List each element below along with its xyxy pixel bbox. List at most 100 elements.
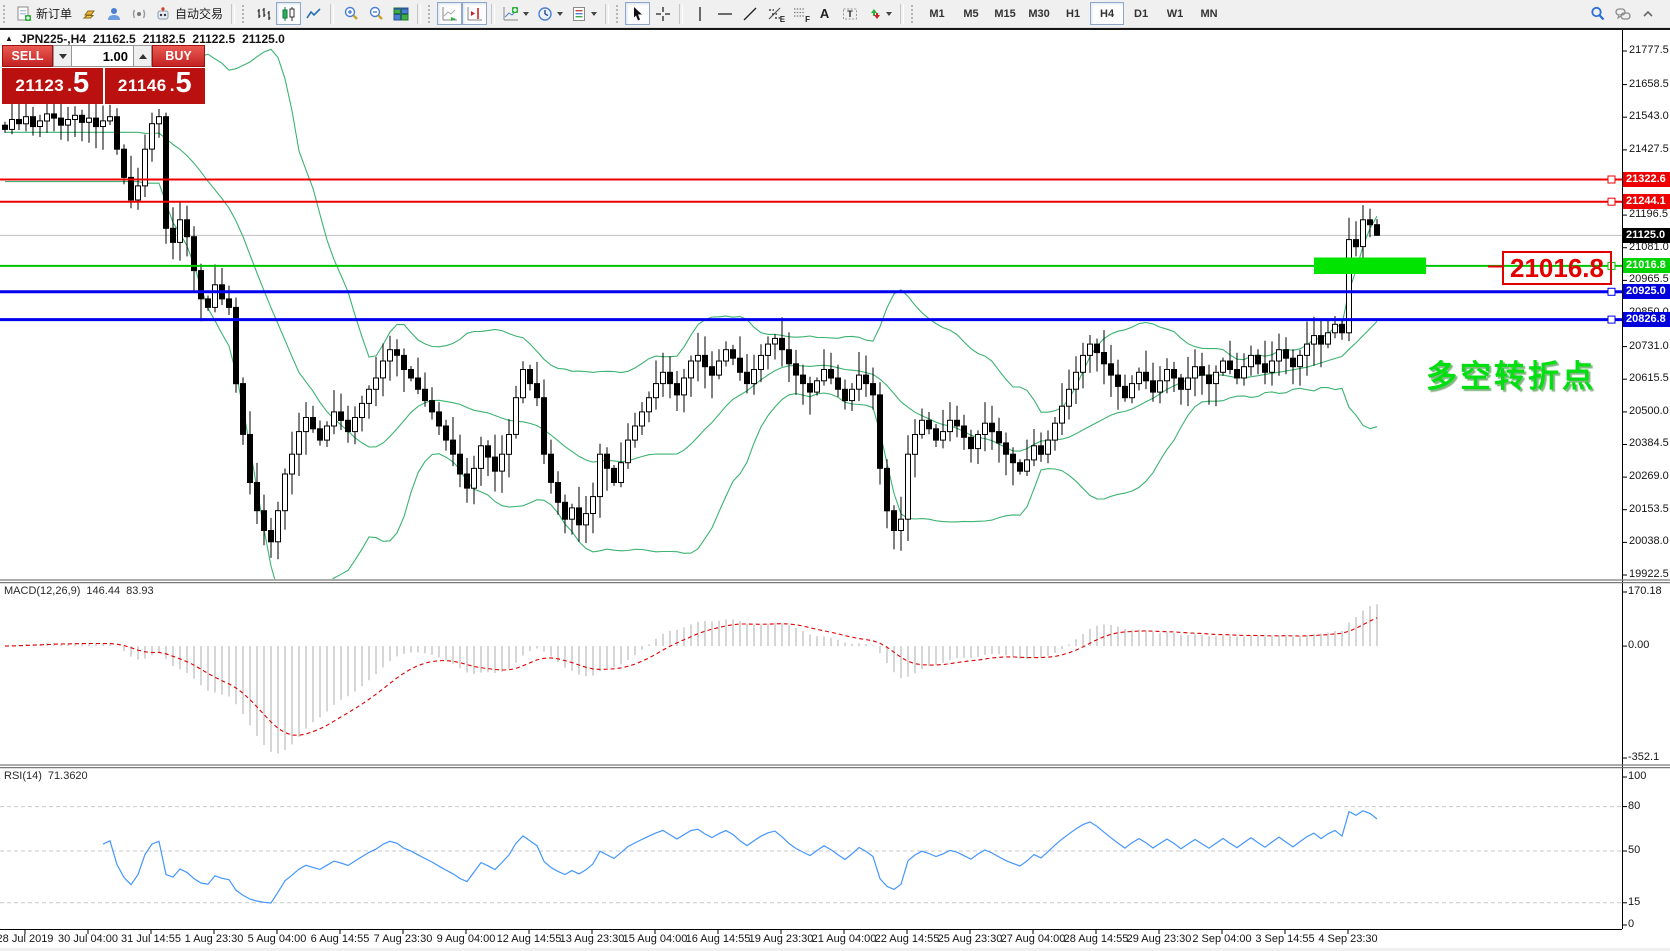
- toolbar-separator: [900, 3, 905, 24]
- line-anchor-marker[interactable]: [1607, 175, 1616, 184]
- crosshair-icon: [655, 6, 670, 21]
- timeframe-M30[interactable]: M30: [1022, 2, 1056, 25]
- buy-price-display[interactable]: 21146. 5: [104, 67, 205, 104]
- rsi-axis-label: 50: [1628, 844, 1641, 856]
- toolbar-separator: [491, 3, 496, 24]
- timeframe-group: M1 M5 M15 M30 H1 H4 D1 W1 MN: [920, 2, 1226, 25]
- new-order-label: 新订单: [36, 7, 73, 21]
- text-tool-button[interactable]: A: [812, 2, 837, 25]
- line-chart-icon: [305, 7, 321, 18]
- chart-shift-button[interactable]: [462, 2, 488, 25]
- price-axis-label: 21777.5: [1629, 44, 1669, 56]
- autoscroll-button[interactable]: [437, 2, 463, 25]
- candlestick-series: [2, 90, 1380, 560]
- candlestick-chart-button[interactable]: [276, 2, 302, 25]
- toolbar-separator: [605, 3, 610, 24]
- autotrade-button[interactable]: 自动交易: [151, 2, 227, 25]
- autoscroll-icon: [442, 6, 457, 21]
- bar-chart-button[interactable]: [251, 2, 276, 25]
- line-anchor-marker[interactable]: [1607, 315, 1616, 324]
- bar-close-value: 21125.0: [242, 32, 285, 46]
- sell-price-point: .: [67, 76, 72, 95]
- vertical-line-button[interactable]: [687, 2, 712, 25]
- rsi-axis-label: 80: [1628, 799, 1641, 812]
- toolbar-separator: [231, 3, 236, 24]
- timeframe-H4[interactable]: H4: [1090, 2, 1125, 25]
- turning-point-annotation[interactable]: 多空转折点: [1426, 351, 1596, 396]
- chevron-up-icon: [1642, 10, 1653, 17]
- toolbar-grip[interactable]: [3, 4, 7, 23]
- price-axis-label: 20731.0: [1629, 339, 1669, 352]
- webinar-button[interactable]: [126, 2, 151, 25]
- line-chart-button[interactable]: [301, 2, 326, 25]
- volume-input[interactable]: [72, 45, 133, 67]
- tile-windows-button[interactable]: [388, 2, 413, 25]
- timeframe-M15[interactable]: M15: [988, 2, 1022, 25]
- horizontal-line-button[interactable]: [712, 2, 737, 25]
- autotrade-icon: [157, 6, 169, 19]
- trendline-button[interactable]: [737, 2, 762, 25]
- search-button[interactable]: [1585, 2, 1610, 25]
- fibonacci-fan-button[interactable]: F: [787, 2, 812, 25]
- crosshair-button[interactable]: [650, 2, 675, 25]
- toolbar-right: [1585, 2, 1660, 25]
- price-axis-label: 20500.0: [1629, 404, 1669, 417]
- bar-chart-icon: [257, 7, 270, 20]
- timeframe-H1[interactable]: H1: [1056, 2, 1090, 25]
- toolbar-grip[interactable]: [911, 4, 915, 23]
- price-axis-label: 20615.5: [1629, 372, 1669, 385]
- macd-panel: [4, 604, 1378, 754]
- volume-increase-button[interactable]: [133, 45, 152, 67]
- bar-low-value: 21122.5: [192, 32, 236, 46]
- gold-button[interactable]: [76, 2, 101, 25]
- gold-icon: [82, 10, 95, 18]
- toolbar-separator: [679, 3, 684, 24]
- sell-price-main: 21123: [15, 76, 65, 95]
- svg-text:T: T: [847, 9, 853, 19]
- sell-price-display[interactable]: 21123. 5: [2, 67, 105, 104]
- toolbar-grip[interactable]: [616, 4, 620, 23]
- fibonacci-button[interactable]: E: [762, 2, 787, 25]
- line-anchor-marker[interactable]: [1607, 197, 1616, 206]
- price-chart: [0, 28, 1670, 934]
- timeframe-M1[interactable]: M1: [920, 2, 954, 25]
- line-anchor-marker[interactable]: [1607, 287, 1616, 296]
- toolbar-grip[interactable]: [242, 4, 246, 23]
- shapes-button[interactable]: [862, 2, 896, 25]
- macd-axis-label: 170.18: [1628, 585, 1662, 597]
- timeframe-W1[interactable]: W1: [1158, 2, 1192, 25]
- macd-axis-label: 0.00: [1628, 639, 1650, 652]
- search-icon: [1590, 6, 1604, 20]
- indicators-button[interactable]: [499, 2, 533, 25]
- templates-button[interactable]: [567, 2, 601, 25]
- sell-button[interactable]: SELL: [2, 45, 53, 67]
- green-highlight-box[interactable]: [1314, 257, 1426, 275]
- timeframe-D1[interactable]: D1: [1124, 2, 1158, 25]
- cursor-button[interactable]: [625, 2, 651, 25]
- zoom-in-button[interactable]: [338, 2, 363, 25]
- rsi-axis-label: 100: [1628, 770, 1647, 782]
- new-order-button[interactable]: 新订单: [12, 2, 76, 25]
- community-button[interactable]: [101, 2, 126, 25]
- periods-button[interactable]: [533, 2, 567, 25]
- autotrade-label: 自动交易: [175, 7, 224, 21]
- buy-button[interactable]: BUY: [152, 45, 205, 67]
- label-tool-button[interactable]: T: [837, 2, 862, 25]
- rsi-panel: [0, 806, 1622, 904]
- chart-shift-icon: [467, 6, 482, 20]
- add-indicator-icon: [503, 6, 519, 20]
- volume-decrease-button[interactable]: [53, 45, 72, 67]
- price-axis-label: 20153.5: [1629, 502, 1669, 515]
- timeframe-M5[interactable]: M5: [954, 2, 988, 25]
- toolbar-separator: [417, 3, 422, 24]
- rsi-axis-label: 15: [1628, 895, 1641, 908]
- main-panel: [0, 48, 1622, 579]
- zoom-out-button[interactable]: [363, 2, 388, 25]
- timeframe-MN[interactable]: MN: [1192, 2, 1226, 25]
- chat-button[interactable]: [1610, 2, 1635, 25]
- toolbar-grip[interactable]: [428, 4, 432, 23]
- price-annotation-box[interactable]: 21016.8: [1502, 251, 1612, 285]
- toolbar-overflow-button[interactable]: [1635, 2, 1660, 25]
- time-axis-label: 4 Sep 23:30: [1318, 933, 1378, 945]
- price-axis-label: 20038.0: [1629, 535, 1669, 548]
